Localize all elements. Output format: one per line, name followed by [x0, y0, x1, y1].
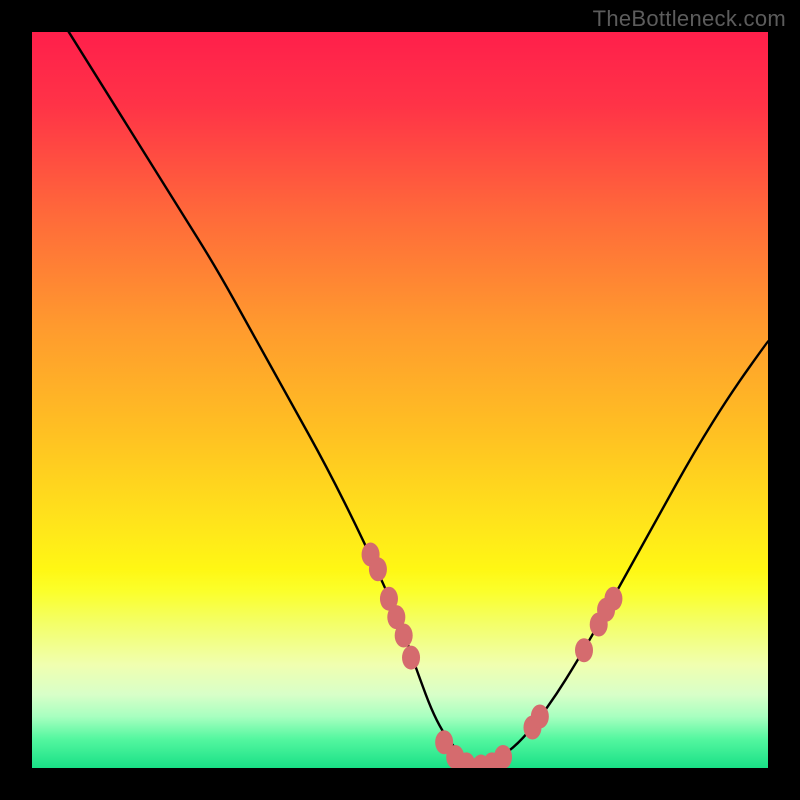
frame — [768, 0, 800, 800]
plot-background — [32, 32, 768, 768]
curve-marker — [402, 646, 420, 670]
frame — [0, 0, 32, 800]
chart-svg — [0, 0, 800, 800]
curve-marker — [575, 638, 593, 662]
curve-marker — [395, 624, 413, 648]
frame — [0, 768, 800, 800]
curve-marker — [531, 704, 549, 728]
chart-stage: TheBottleneck.com — [0, 0, 800, 800]
watermark-text: TheBottleneck.com — [593, 6, 786, 32]
curve-marker — [369, 557, 387, 581]
curve-marker — [494, 745, 512, 769]
curve-marker — [604, 587, 622, 611]
